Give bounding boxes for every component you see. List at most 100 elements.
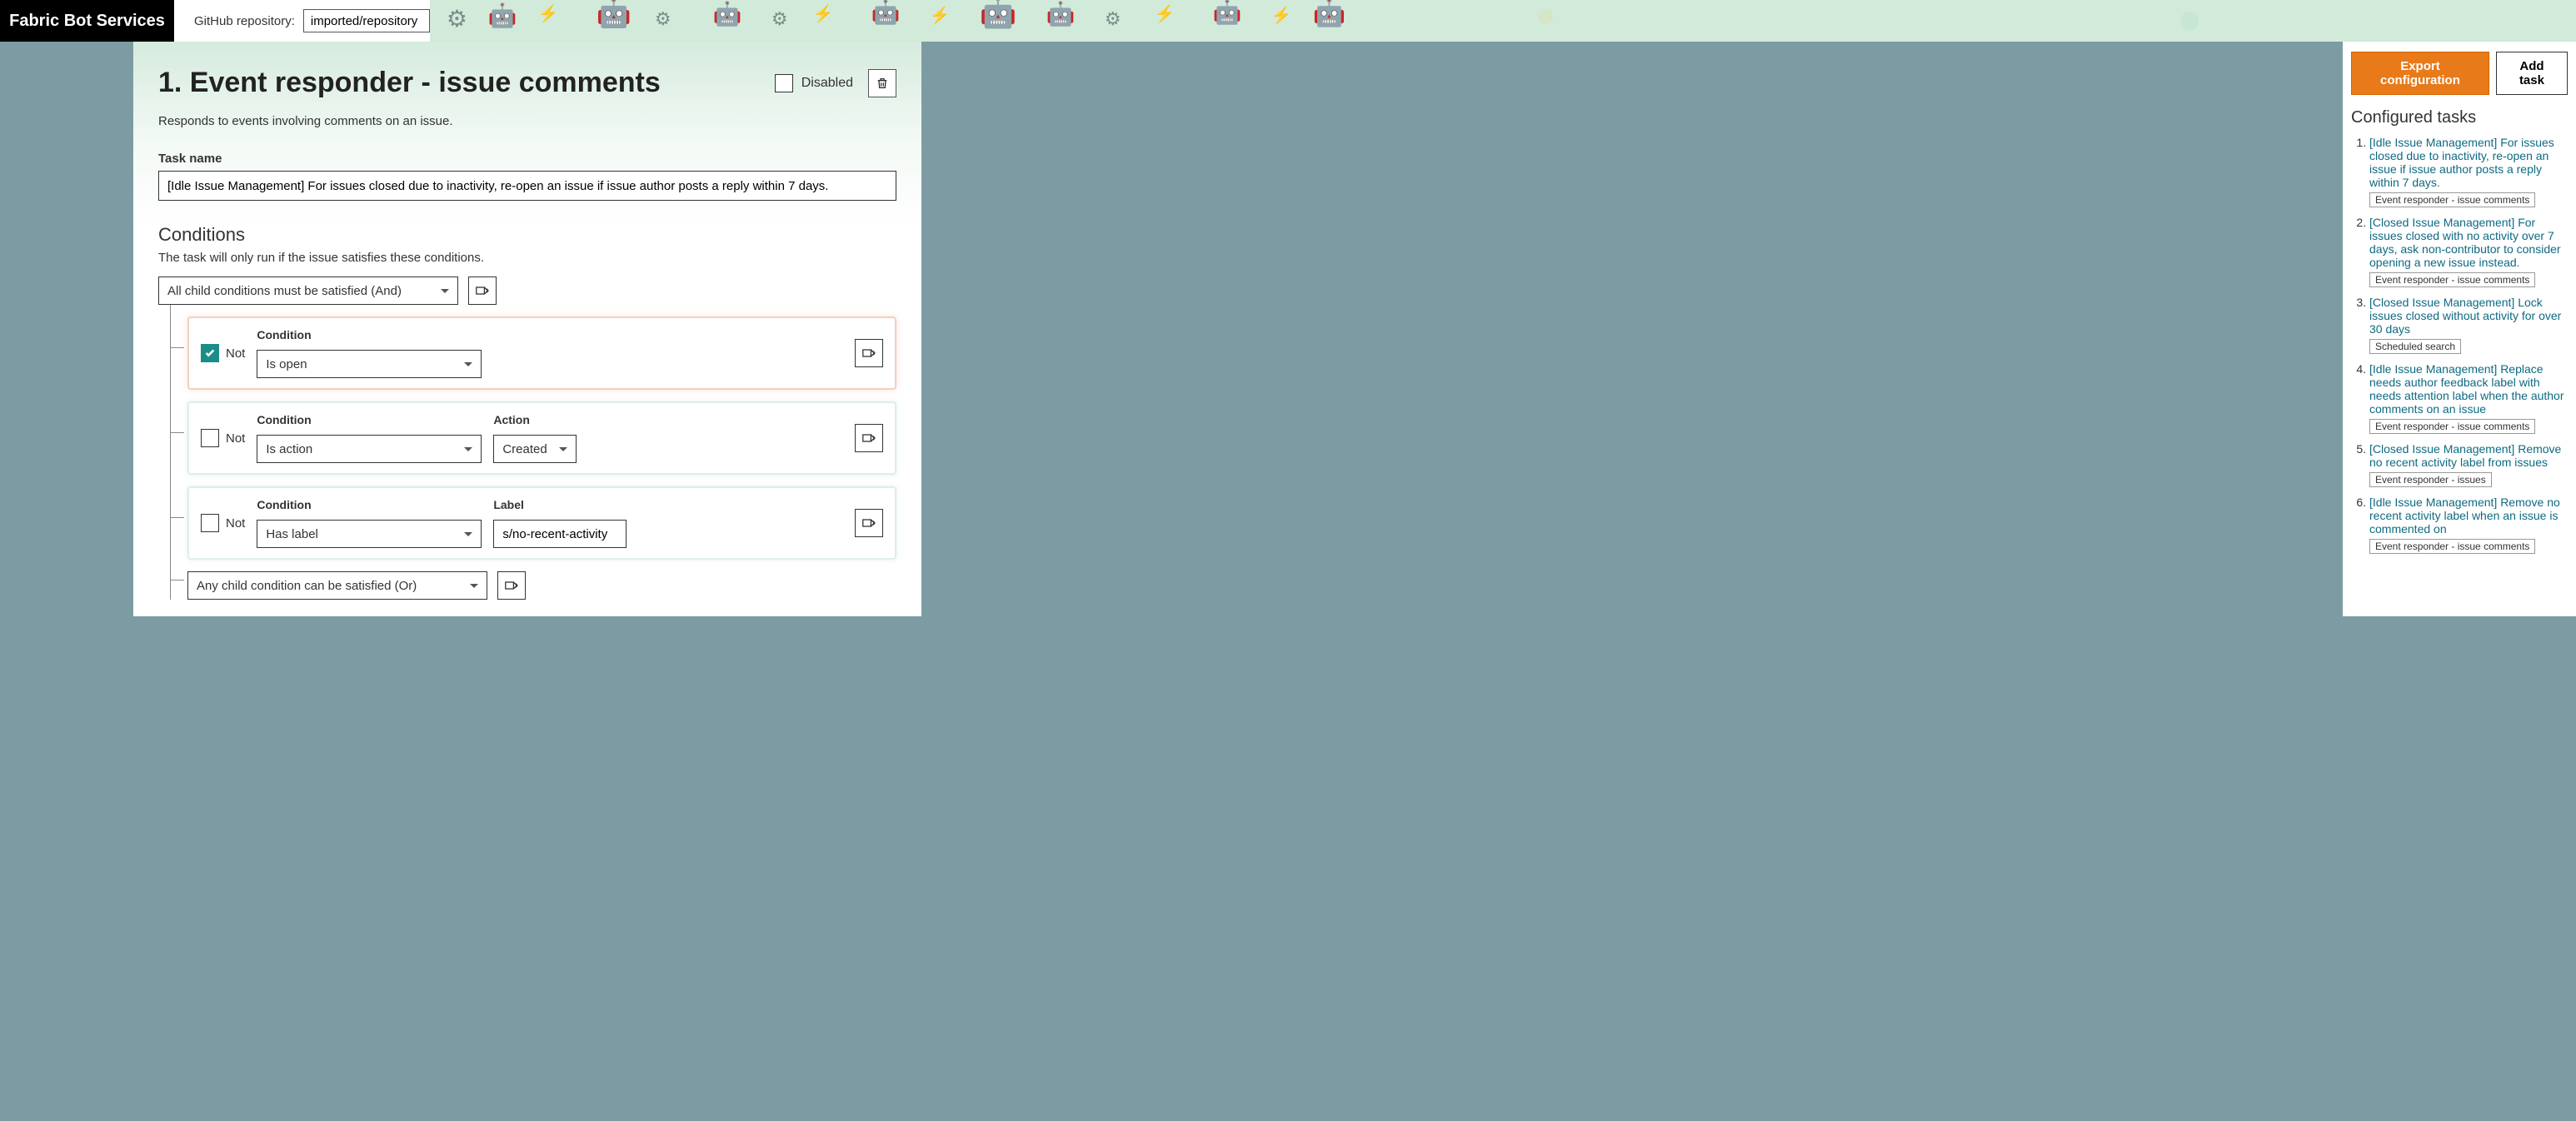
condition-dropdown[interactable]: Has label <box>257 520 482 548</box>
not-checkbox[interactable] <box>201 514 219 532</box>
condition-card: Not Condition Is open <box>187 316 896 390</box>
disabled-toggle[interactable]: Disabled <box>775 74 853 92</box>
bolt-icon: ⚡ <box>1271 5 1292 26</box>
task-tag: Event responder - issue comments <box>2369 272 2535 287</box>
gear-icon: ⚙ <box>655 8 671 30</box>
robot-icon: 🤖 <box>1046 0 1076 27</box>
action-field-label: Action <box>493 413 577 426</box>
task-list-item: [Closed Issue Management] Remove no rece… <box>2369 442 2568 487</box>
child-operator-value: Any child condition can be satisfied (Or… <box>197 579 417 593</box>
child-operator-dropdown[interactable]: Any child condition can be satisfied (Or… <box>187 571 487 600</box>
add-task-button[interactable]: Add task <box>2496 52 2568 95</box>
export-configuration-button[interactable]: Export configuration <box>2351 52 2489 95</box>
check-icon <box>204 347 216 359</box>
task-list-item: [Closed Issue Management] For issues clo… <box>2369 216 2568 287</box>
bolt-icon: ⚡ <box>1155 3 1176 24</box>
condition-field-label: Condition <box>257 328 482 341</box>
task-tag: Event responder - issue comments <box>2369 192 2535 207</box>
page-title: 1. Event responder - issue comments <box>158 67 661 99</box>
disabled-checkbox[interactable] <box>775 74 793 92</box>
task-name-label: Task name <box>158 152 896 166</box>
task-list-item: [Closed Issue Management] Lock issues cl… <box>2369 296 2568 354</box>
not-checkbox[interactable] <box>201 344 219 362</box>
robot-icon: 🤖 <box>1313 0 1346 28</box>
not-label: Not <box>226 346 245 361</box>
bolt-icon: ⚡ <box>930 5 951 26</box>
robot-icon: 🤖 <box>980 0 1017 30</box>
condition-value: Is action <box>266 442 312 456</box>
conditions-title: Conditions <box>158 224 896 246</box>
task-list-item: [Idle Issue Management] Remove no recent… <box>2369 496 2568 554</box>
not-checkbox[interactable] <box>201 429 219 447</box>
task-link[interactable]: [Closed Issue Management] For issues clo… <box>2369 216 2561 269</box>
condition-dropdown[interactable]: Is open <box>257 350 482 378</box>
configured-tasks-title: Configured tasks <box>2351 108 2568 127</box>
conditions-description: The task will only run if the issue sati… <box>158 251 896 265</box>
task-tag: Event responder - issues <box>2369 472 2492 487</box>
remove-arrow-icon <box>862 517 876 529</box>
condition-dropdown[interactable]: Is action <box>257 435 482 463</box>
brand-logo: Fabric Bot Services <box>0 0 174 42</box>
label-input[interactable] <box>493 520 627 548</box>
chevron-down-icon <box>464 447 472 451</box>
task-list-item: [Idle Issue Management] Replace needs au… <box>2369 362 2568 434</box>
task-link[interactable]: [Idle Issue Management] Replace needs au… <box>2369 362 2564 416</box>
bolt-icon: ⚡ <box>538 3 559 24</box>
gear-icon: ⚙ <box>447 5 467 32</box>
action-value: Created <box>502 442 547 456</box>
task-link[interactable]: [Closed Issue Management] Lock issues cl… <box>2369 296 2561 336</box>
robot-icon: 🤖 <box>488 2 517 29</box>
chevron-down-icon <box>470 584 478 588</box>
robot-icon: 🤖 <box>871 0 901 26</box>
condition-field-label: Condition <box>257 498 482 511</box>
condition-card: Not Condition Has label Label <box>187 486 896 560</box>
task-link[interactable]: [Closed Issue Management] Remove no rece… <box>2369 442 2561 469</box>
decorative-strip: ⚙ 🤖 ⚡ 🤖 ⚙ 🤖 ⚙ ⚡ 🤖 ⚡ 🤖 🤖 ⚙ ⚡ 🤖 ⚡ 🤖 <box>430 0 2576 42</box>
condition-card: Not Condition Is action Action <box>187 401 896 475</box>
remove-arrow-icon <box>862 432 876 444</box>
repo-input[interactable] <box>303 9 430 32</box>
task-tag: Scheduled search <box>2369 339 2461 354</box>
task-editor-panel: 1. Event responder - issue comments Disa… <box>133 42 921 616</box>
delete-task-button[interactable] <box>868 69 896 97</box>
task-name-input[interactable] <box>158 171 896 201</box>
remove-arrow-icon <box>476 285 489 296</box>
condition-field-label: Condition <box>257 413 482 426</box>
gear-icon: ⚙ <box>1105 8 1121 30</box>
repo-row: GitHub repository: <box>174 0 430 42</box>
robot-icon: 🤖 <box>597 0 632 30</box>
gear-icon: ⚙ <box>771 8 788 30</box>
task-description: Responds to events involving comments on… <box>158 114 896 128</box>
delete-condition-button[interactable] <box>855 339 883 367</box>
task-list: [Idle Issue Management] For issues close… <box>2351 136 2568 554</box>
task-list-item: [Idle Issue Management] For issues close… <box>2369 136 2568 207</box>
robot-icon: 🤖 <box>713 0 742 27</box>
label-field-label: Label <box>493 498 627 511</box>
not-label: Not <box>226 516 245 531</box>
robot-icon: 🤖 <box>1213 0 1242 26</box>
task-tag: Event responder - issue comments <box>2369 419 2535 434</box>
chevron-down-icon <box>441 289 449 293</box>
delete-condition-button[interactable] <box>855 424 883 452</box>
disabled-label: Disabled <box>801 76 853 91</box>
remove-arrow-icon <box>862 347 876 359</box>
condition-value: Has label <box>266 527 318 541</box>
chevron-down-icon <box>464 532 472 536</box>
condition-value: Is open <box>266 357 307 371</box>
configured-tasks-panel: Export configuration Add task Configured… <box>2343 42 2576 616</box>
task-link[interactable]: [Idle Issue Management] Remove no recent… <box>2369 496 2560 536</box>
remove-arrow-icon <box>505 580 518 591</box>
action-dropdown[interactable]: Created <box>493 435 577 463</box>
root-operator-dropdown[interactable]: All child conditions must be satisfied (… <box>158 277 458 305</box>
chevron-down-icon <box>559 447 567 451</box>
task-tag: Event responder - issue comments <box>2369 539 2535 554</box>
trash-icon <box>876 77 889 90</box>
repo-label: GitHub repository: <box>194 14 295 28</box>
bolt-icon: ⚡ <box>813 3 834 24</box>
delete-condition-group-button[interactable] <box>468 277 497 305</box>
delete-condition-button[interactable] <box>855 509 883 537</box>
delete-condition-group-button[interactable] <box>497 571 526 600</box>
chevron-down-icon <box>464 362 472 366</box>
task-link[interactable]: [Idle Issue Management] For issues close… <box>2369 136 2554 189</box>
app-header: Fabric Bot Services GitHub repository: ⚙… <box>0 0 2576 42</box>
